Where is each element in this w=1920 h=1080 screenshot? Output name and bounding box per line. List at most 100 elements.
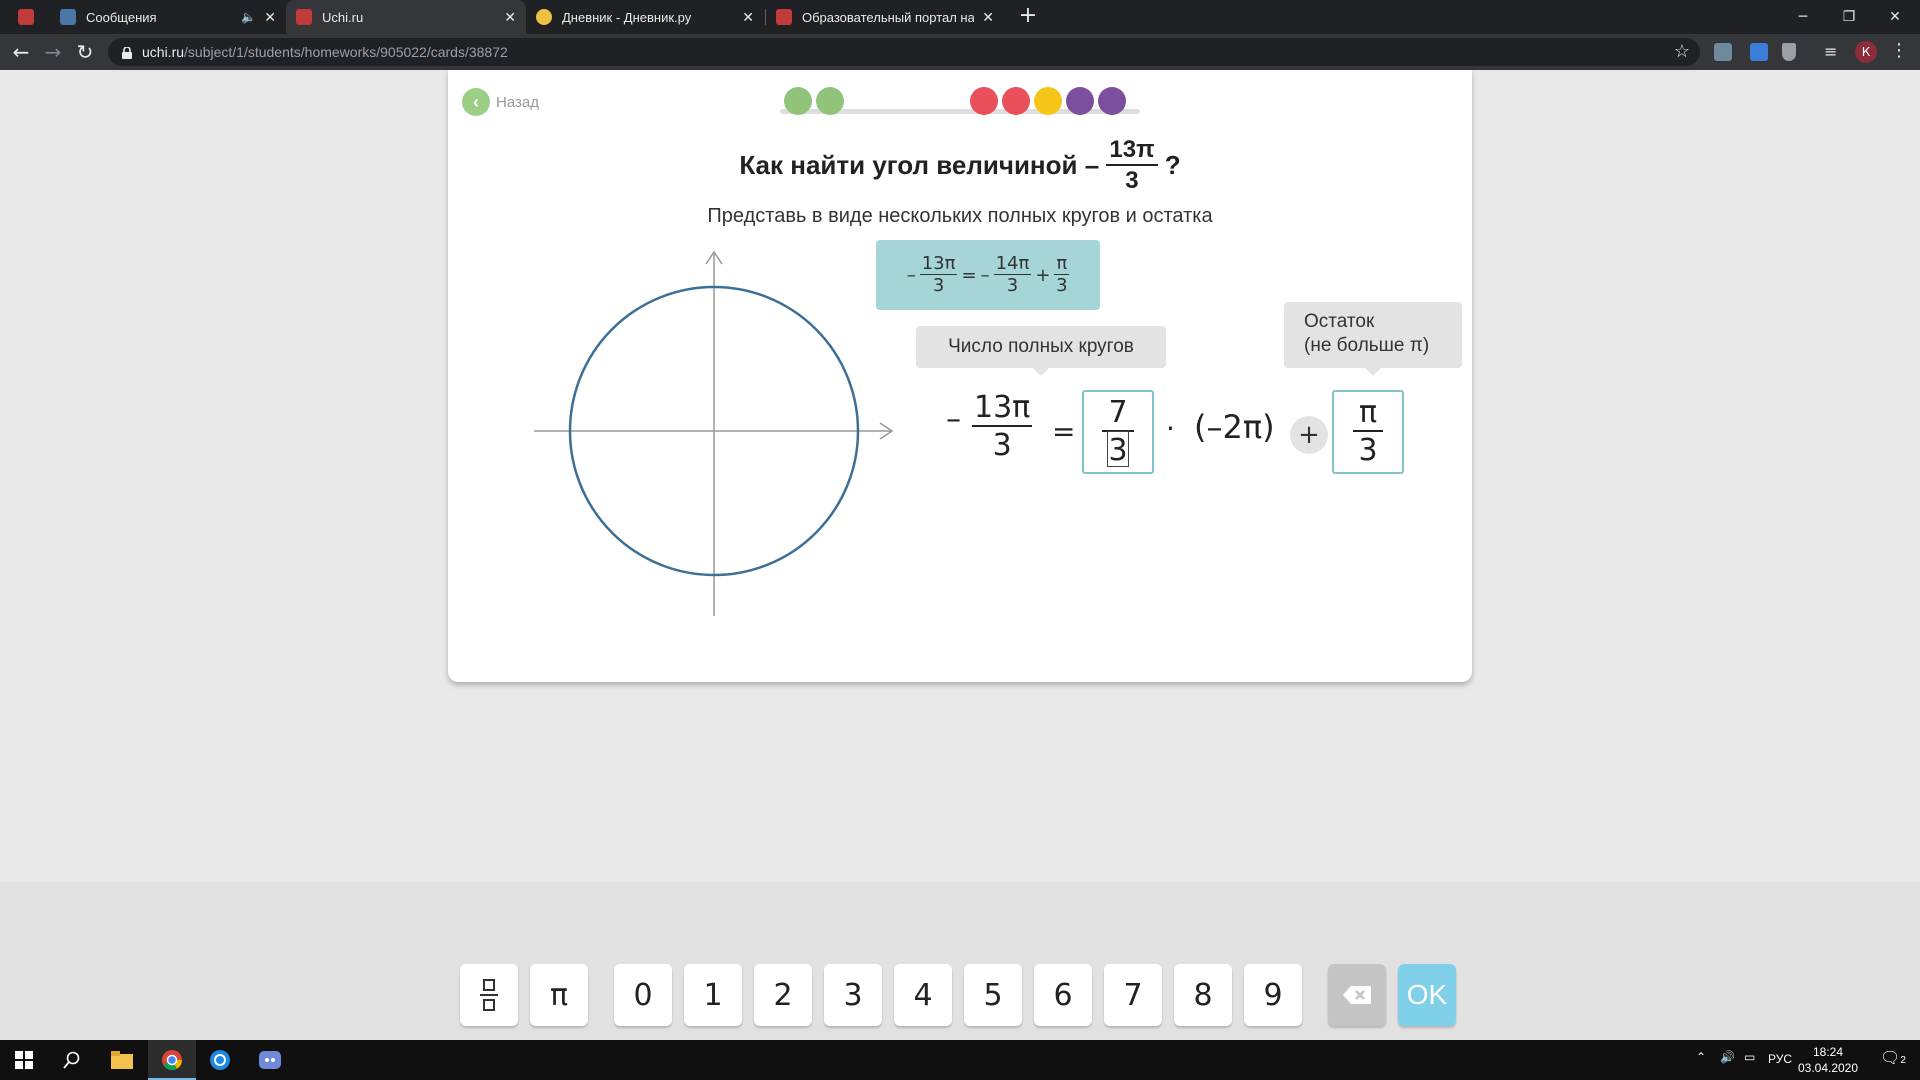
restore-button[interactable]: ❐ bbox=[1826, 0, 1872, 34]
fraction-key[interactable] bbox=[460, 964, 518, 1026]
profile-avatar[interactable]: К bbox=[1855, 41, 1877, 63]
close-tab-icon[interactable]: ✕ bbox=[742, 9, 754, 26]
equation-multiply-dot: · bbox=[1166, 412, 1175, 445]
title-fraction-den: 3 bbox=[1125, 167, 1139, 194]
equation-equals: = bbox=[1052, 415, 1076, 448]
page-viewport: ‹ Назад Как найти угол величиной – 13π 3… bbox=[0, 70, 1920, 952]
task-title: Как найти угол величиной – 13π 3 ? bbox=[448, 138, 1472, 193]
remainder-answer-box[interactable]: π 3 bbox=[1332, 390, 1404, 474]
back-arrow-icon[interactable]: ← bbox=[8, 39, 34, 65]
unit-circle bbox=[534, 250, 894, 616]
tray-expand-icon[interactable]: ⌃ bbox=[1696, 1050, 1706, 1064]
volume-icon[interactable]: 🔊 bbox=[1720, 1050, 1735, 1064]
hint-minus: – bbox=[906, 264, 916, 286]
equation-minus-2pi: (–2π) bbox=[1194, 408, 1275, 446]
uchi-favicon-icon bbox=[18, 9, 34, 25]
close-tab-icon[interactable]: ✕ bbox=[982, 9, 994, 26]
windows-start-icon[interactable] bbox=[12, 1048, 36, 1072]
answer-fraction: 7 3 bbox=[1102, 398, 1134, 467]
address-bar[interactable]: uchi.ru/subject/1/students/homeworks/905… bbox=[108, 38, 1700, 66]
close-tab-icon[interactable]: ✕ bbox=[504, 9, 516, 26]
reload-icon[interactable]: ↻ bbox=[72, 39, 98, 65]
windows-taskbar: ⌃ 🔊 ▭ РУС 18:24 03.04.2020 🗨2 bbox=[0, 1040, 1920, 1080]
speaker-icon[interactable]: 🔈 bbox=[241, 10, 256, 24]
digit-key-6[interactable]: 6 bbox=[1034, 964, 1092, 1026]
digit-key-3[interactable]: 3 bbox=[824, 964, 882, 1026]
clock-time: 18:24 bbox=[1812, 1045, 1844, 1059]
answer-numerator[interactable]: π bbox=[1352, 398, 1384, 432]
hint-fraction-den: 3 bbox=[932, 275, 945, 296]
notification-count: 2 bbox=[1900, 1055, 1906, 1066]
full-circles-answer-box[interactable]: 7 3 bbox=[1082, 390, 1154, 474]
extension-off-icon[interactable] bbox=[1750, 43, 1768, 61]
language-indicator[interactable]: РУС bbox=[1768, 1052, 1792, 1066]
answer-denominator[interactable]: 3 bbox=[1107, 431, 1129, 467]
app-icon[interactable] bbox=[208, 1048, 232, 1072]
answer-keypad: π 0 1 2 3 4 5 6 7 8 9 OK bbox=[0, 882, 1920, 1040]
lhs-fraction-num: 13π bbox=[972, 390, 1033, 427]
answer-fraction: π 3 bbox=[1352, 398, 1384, 466]
progress-dot bbox=[1034, 87, 1062, 115]
minimize-button[interactable]: ─ bbox=[1780, 0, 1826, 34]
title-question-mark: ? bbox=[1164, 150, 1181, 180]
digit-key-7[interactable]: 7 bbox=[1104, 964, 1162, 1026]
progress-dot bbox=[784, 87, 812, 115]
digit-key-5[interactable]: 5 bbox=[964, 964, 1022, 1026]
notifications-icon[interactable]: 🗨2 bbox=[1880, 1048, 1906, 1068]
close-tab-icon[interactable]: ✕ bbox=[264, 9, 276, 26]
pi-key[interactable]: π bbox=[530, 964, 588, 1026]
search-icon[interactable] bbox=[60, 1048, 84, 1072]
progress-bar bbox=[780, 86, 1140, 116]
answer-numerator[interactable]: 7 bbox=[1102, 398, 1134, 432]
forward-arrow-icon[interactable]: → bbox=[40, 39, 66, 65]
file-explorer-icon[interactable] bbox=[110, 1048, 134, 1072]
backspace-key[interactable] bbox=[1328, 964, 1386, 1026]
full-circles-label: Число полных кругов bbox=[916, 326, 1166, 376]
digit-key-4[interactable]: 4 bbox=[894, 964, 952, 1026]
hint-fraction-3: π 3 bbox=[1054, 253, 1070, 295]
browser-menu-icon[interactable]: ⋮ bbox=[1890, 40, 1908, 61]
task-card: ‹ Назад Как найти угол величиной – 13π 3… bbox=[448, 70, 1472, 682]
full-circles-text: Число полных кругов bbox=[948, 336, 1134, 357]
answer-denominator[interactable]: 3 bbox=[1358, 432, 1377, 466]
bookmark-star-icon[interactable]: ☆ bbox=[1674, 41, 1690, 62]
network-icon[interactable]: ▭ bbox=[1744, 1050, 1755, 1064]
back-link[interactable]: ‹ Назад bbox=[462, 88, 539, 116]
tab-dnevnik[interactable]: Дневник - Дневник.ру ✕ bbox=[526, 0, 764, 34]
shield-extension-icon[interactable] bbox=[1782, 43, 1796, 61]
fraction-icon bbox=[483, 979, 495, 991]
tab-messages[interactable]: Сообщения 🔈 ✕ bbox=[50, 0, 286, 34]
hint-fraction-num: 13π bbox=[919, 253, 958, 275]
chevron-left-icon: ‹ bbox=[462, 88, 490, 116]
hint-fraction-num: 14π bbox=[993, 253, 1032, 275]
progress-dot bbox=[970, 87, 998, 115]
title-fraction-num: 13π bbox=[1106, 138, 1158, 166]
digit-key-9[interactable]: 9 bbox=[1244, 964, 1302, 1026]
hint-fraction-num: π bbox=[1054, 253, 1070, 275]
equation-minus: – bbox=[946, 402, 961, 437]
tab-uchi[interactable]: Uchi.ru ✕ bbox=[286, 0, 526, 34]
digit-key-0[interactable]: 0 bbox=[614, 964, 672, 1026]
extension-icon[interactable] bbox=[1714, 43, 1732, 61]
hint-fraction-2: 14π 3 bbox=[993, 253, 1032, 295]
progress-dot bbox=[1098, 87, 1126, 115]
discord-icon[interactable] bbox=[258, 1048, 282, 1072]
media-playlist-icon[interactable]: ≡ bbox=[1824, 42, 1837, 61]
progress-dot bbox=[1002, 87, 1030, 115]
tab-pinned[interactable] bbox=[8, 0, 50, 34]
url-path: /subject/1/students/homeworks/905022/car… bbox=[184, 44, 508, 60]
messages-favicon-icon bbox=[60, 9, 76, 25]
lock-icon bbox=[122, 46, 132, 59]
digit-key-8[interactable]: 8 bbox=[1174, 964, 1232, 1026]
tab-edu-portal[interactable]: Образовательный портал на ба ✕ bbox=[766, 0, 1004, 34]
chrome-icon[interactable] bbox=[160, 1048, 184, 1072]
clock[interactable]: 18:24 03.04.2020 bbox=[1796, 1044, 1860, 1076]
title-text: Как найти угол величиной – bbox=[739, 150, 1100, 180]
new-tab-button[interactable]: + bbox=[1015, 4, 1041, 30]
ok-button[interactable]: OK bbox=[1398, 964, 1456, 1026]
hint-equals: = bbox=[961, 264, 977, 286]
close-window-button[interactable]: ✕ bbox=[1872, 0, 1918, 34]
equation-plus: + bbox=[1290, 416, 1328, 454]
digit-key-2[interactable]: 2 bbox=[754, 964, 812, 1026]
digit-key-1[interactable]: 1 bbox=[684, 964, 742, 1026]
